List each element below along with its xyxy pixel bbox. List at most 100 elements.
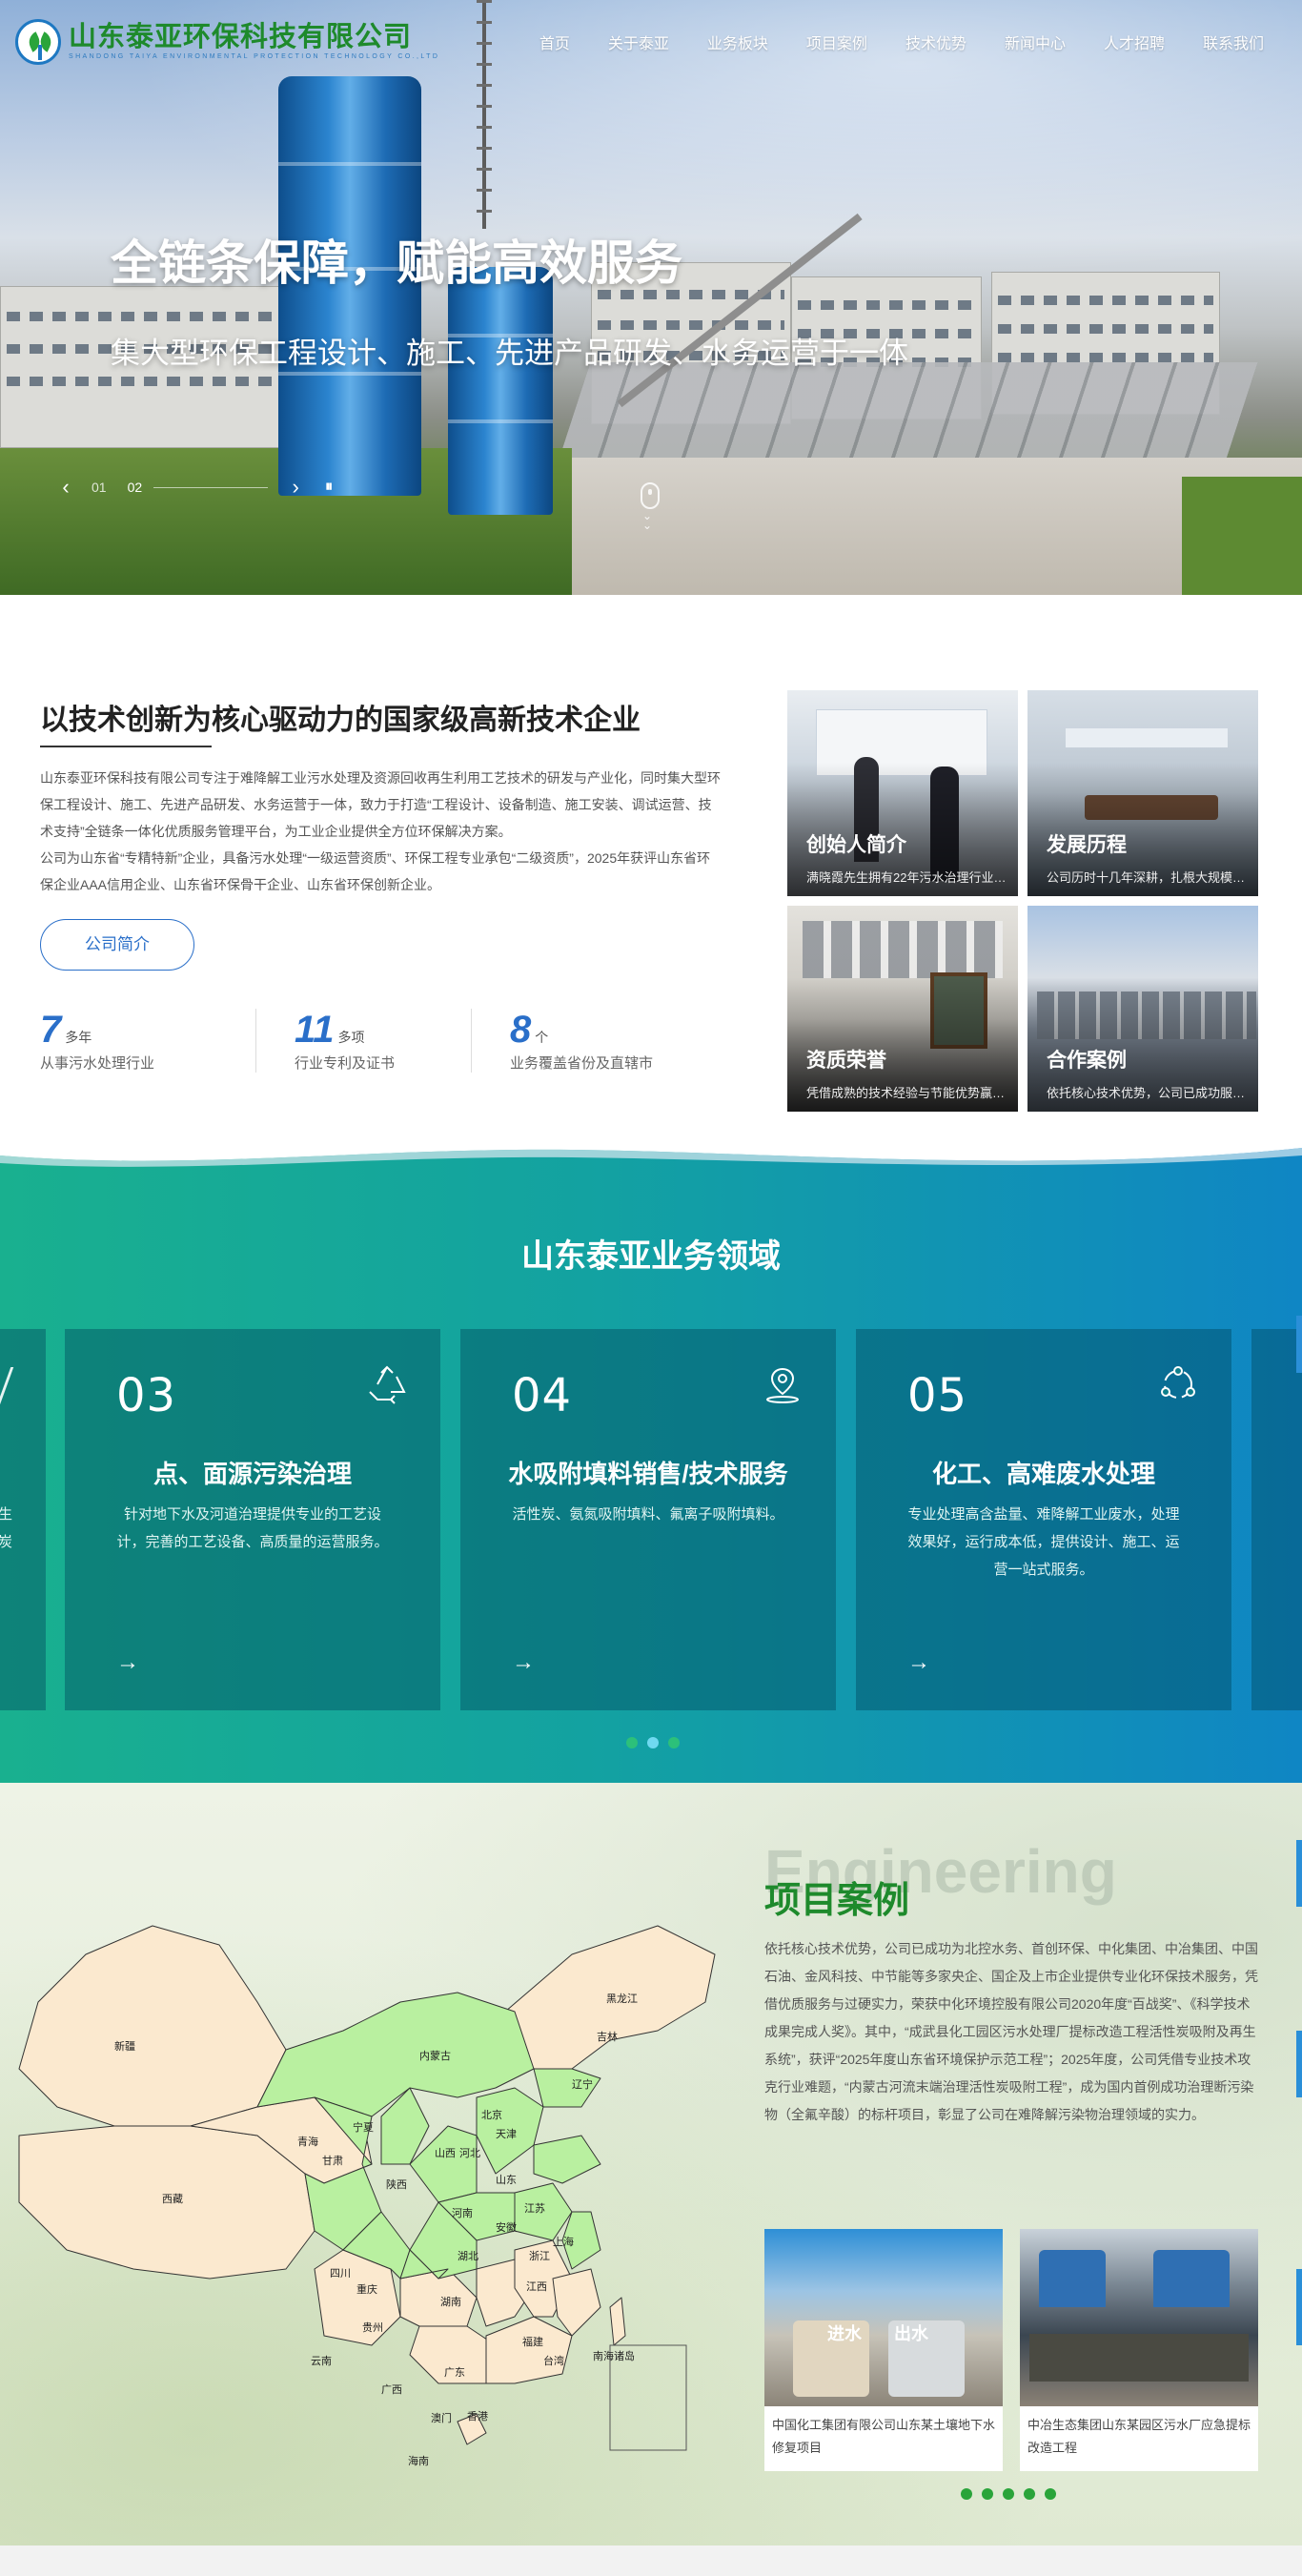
china-map[interactable]: 新疆 西藏 青海 甘肃 内蒙古 宁夏 陕西 山西 河北 北京 天津 黑龙江 吉林…	[0, 1888, 753, 2488]
business-card[interactable]: 03 点、面源污染治理 针对地下水及河道治理提供专业的工艺设计，完善的工艺设备、…	[65, 1329, 440, 1710]
about-cards: 创始人简介 满晓霞先生拥有22年污水治理行业经验 发展历程 公司历时十几年深耕，…	[787, 690, 1258, 1112]
slider-prev-number: 01	[92, 480, 107, 495]
stat-label: 行业专利及证书	[295, 1055, 396, 1072]
nav-business[interactable]: 业务板块	[707, 31, 768, 53]
mouse-scroll-icon[interactable]	[641, 482, 660, 509]
region-guangdong	[485, 2316, 573, 2384]
map-label: 贵州	[362, 2321, 383, 2334]
card-title: 创始人简介	[806, 834, 906, 856]
about-paragraph: 山东泰亚环保科技有限公司专注于难降解工业污水处理及资源回收再生利用工艺技术的研发…	[40, 770, 721, 839]
map-label: 香港	[467, 2410, 488, 2423]
case-card[interactable]: 进水 出水 中国化工集团有限公司山东某土壤地下水修复项目	[764, 2229, 1003, 2471]
pagination-dot[interactable]	[982, 2488, 993, 2500]
history-card[interactable]: 发展历程 公司历时十几年深耕，扎根大规模发展	[1027, 690, 1258, 896]
business-card-number: 03	[116, 1369, 177, 1422]
map-label: 宁夏	[353, 2120, 374, 2134]
region-taiwan	[609, 2297, 626, 2346]
map-label: 安徽	[496, 2220, 517, 2234]
pagination-dot-active[interactable]	[647, 1737, 659, 1748]
cases-card[interactable]: 合作案例 依托核心技术优势，公司已成功服务多家企业	[1027, 906, 1258, 1112]
business-card[interactable]: 05 化工、高难废水处理 专业处理高含盐量、难降解工业废水，处理效果好，运行成本…	[856, 1329, 1231, 1710]
stat-number: 8	[510, 1009, 532, 1051]
business-card-number: 04	[512, 1369, 573, 1422]
projects-intro: 依托核心技术优势，公司已成功为北控水务、首创环保、中化集团、中冶集团、中国石油、…	[764, 1941, 1258, 2122]
business-card-title: 水吸附填料销售/技术服务	[508, 1460, 788, 1488]
nav-technology[interactable]: 技术优势	[905, 31, 966, 53]
business-card[interactable]: 04 水吸附填料销售/技术服务 活性炭、氨氮吸附填料、氟离子吸附填料。 →	[460, 1329, 836, 1710]
hero-subtitle: 集大型环保工程设计、施工、先进产品研发、水务运营于一体	[111, 337, 908, 370]
side-tab[interactable]	[1296, 1316, 1302, 1373]
pagination-dot[interactable]	[1003, 2488, 1014, 2500]
case-caption: 中冶生态集团山东某园区污水厂应急提标改造工程	[1027, 2418, 1251, 2455]
business-carousel: 生 炭 03 点、面源污染治理 针对地下水及河道治理提供专业的工艺设计，完善的工…	[0, 1329, 1302, 1710]
business-card-partial[interactable]: 生 炭	[0, 1329, 46, 1710]
region-xinjiang	[18, 1925, 287, 2127]
about-section: 以技术创新为核心驱动力的国家级高新技术企业 山东泰亚环保科技有限公司专注于难降解…	[0, 595, 1302, 1148]
map-label: 黑龙江	[606, 1993, 638, 2005]
company-intro-button[interactable]: 公司简介	[40, 919, 194, 971]
map-label: 南海诸岛	[593, 2349, 635, 2362]
map-label: 河北	[459, 2147, 480, 2159]
nav-projects[interactable]: 项目案例	[806, 31, 867, 53]
slider-pause-icon[interactable]: ⏸	[325, 479, 333, 496]
card-desc: 公司历时十几年深耕，扎根大规模发展	[1047, 870, 1247, 885]
nav-news[interactable]: 新闻中心	[1005, 31, 1066, 53]
business-card-desc: 活性炭、氨氮吸附填料、氟离子吸附填料。	[512, 1506, 784, 1523]
map-label: 台湾	[543, 2354, 564, 2367]
logo-name-cn: 山东泰亚环保科技有限公司	[69, 22, 413, 52]
card-title: 资质荣誉	[806, 1050, 886, 1072]
map-label: 青海	[297, 2135, 318, 2148]
map-label: 甘肃	[322, 2155, 343, 2167]
site-logo[interactable]: 山东泰亚环保科技有限公司 SHANDONG TAIYA ENVIRONMENTA…	[15, 19, 439, 65]
hero-tank	[448, 267, 553, 515]
map-label: 江西	[526, 2280, 547, 2293]
slider-prev-button[interactable]: ‹	[55, 475, 76, 500]
network-icon	[1161, 1366, 1195, 1399]
slider-track	[153, 486, 269, 488]
arrow-right-icon[interactable]: →	[116, 1649, 139, 1676]
case-caption: 中国化工集团有限公司山东某土壤地下水修复项目	[772, 2418, 996, 2455]
nav-home[interactable]: 首页	[539, 31, 570, 53]
stat-unit: 多项	[337, 1030, 365, 1045]
region-fujian	[552, 2268, 601, 2337]
projects-pagination	[961, 2488, 1066, 2500]
pagination-dot[interactable]	[1024, 2488, 1035, 2500]
side-tab[interactable]	[1296, 2031, 1302, 2097]
pagination-dot[interactable]	[961, 2488, 972, 2500]
nav-contact[interactable]: 联系我们	[1203, 31, 1264, 53]
about-stats: 7 多年 从事污水处理行业 11 多项 行业专利及证书 8个 业务覆盖省份及直辖市	[40, 1009, 686, 1073]
side-tab[interactable]	[1296, 2269, 1302, 2345]
about-divider	[40, 746, 212, 747]
map-label: 山西	[435, 2147, 456, 2159]
nav-careers[interactable]: 人才招聘	[1104, 31, 1165, 53]
side-tab[interactable]	[1296, 1840, 1302, 1907]
card-desc: 凭借成熟的技术经验与节能优势赢得信赖	[806, 1086, 1007, 1100]
slider-controls: ‹ 01 02 › ⏸	[55, 475, 333, 500]
arrow-right-icon[interactable]: →	[907, 1649, 930, 1676]
recycle-icon	[369, 1365, 406, 1404]
hero-grass	[1182, 477, 1302, 595]
map-label: 重庆	[356, 2282, 377, 2296]
business-card-partial[interactable]	[1251, 1329, 1302, 1710]
nav-about[interactable]: 关于泰亚	[608, 31, 669, 53]
pagination-dot[interactable]	[626, 1737, 638, 1748]
pagination-dot[interactable]	[668, 1737, 680, 1748]
sign-inlet: 进水	[827, 2324, 862, 2343]
business-card-title: 点、面源污染治理	[153, 1460, 352, 1488]
partial-icon	[0, 1367, 40, 1405]
arrow-right-icon[interactable]: →	[512, 1649, 535, 1676]
map-label: 辽宁	[572, 2077, 593, 2091]
partial-desc: 生	[0, 1506, 13, 1523]
pagination-dot[interactable]	[1045, 2488, 1056, 2500]
card-desc: 依托核心技术优势，公司已成功服务多家企业	[1047, 1086, 1247, 1100]
logo-mark-icon	[15, 19, 61, 65]
map-label: 内蒙古	[419, 2049, 451, 2062]
map-label: 海南	[408, 2454, 429, 2467]
case-card[interactable]: 中冶生态集团山东某园区污水厂应急提标改造工程	[1020, 2229, 1258, 2471]
slider-next-button[interactable]: ›	[285, 475, 306, 500]
about-paragraph: 公司为山东省“专精特新”企业，具备污水处理“一级运营资质”、环保工程专业承包“二…	[40, 850, 711, 892]
honors-card[interactable]: 资质荣誉 凭借成熟的技术经验与节能优势赢得信赖	[787, 906, 1018, 1112]
founder-card[interactable]: 创始人简介 满晓霞先生拥有22年污水治理行业经验	[787, 690, 1018, 896]
map-label: 湖南	[440, 2296, 461, 2308]
hero-banner: 山东泰亚环保科技有限公司 SHANDONG TAIYA ENVIRONMENTA…	[0, 0, 1302, 595]
